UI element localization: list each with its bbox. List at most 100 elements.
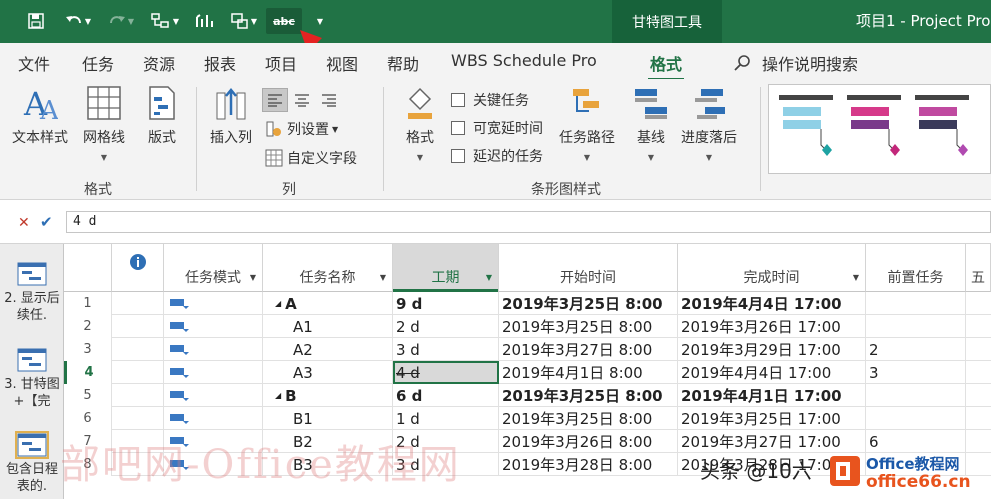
- redo-icon[interactable]: ▼: [104, 8, 138, 34]
- column-header-task-name[interactable]: 任务名称 ▼: [263, 244, 393, 292]
- gantt-styles-gallery[interactable]: [768, 84, 991, 174]
- view-item-timeline[interactable]: 包含日程表的.: [0, 431, 64, 495]
- finish-cell[interactable]: 2019年4月1日 17:00: [678, 384, 866, 407]
- task-mode-cell[interactable]: [164, 361, 263, 384]
- tab-wbs-schedule-pro[interactable]: WBS Schedule Pro: [451, 51, 597, 70]
- extra-cell[interactable]: [966, 361, 991, 384]
- row-number[interactable]: 1: [64, 292, 112, 315]
- table-row[interactable]: 4 A3 4 d 2019年4月1日 8:00 2019年4月4日 17:00 3: [64, 361, 991, 384]
- slack-checkbox[interactable]: 可宽延时间: [451, 118, 543, 138]
- predecessors-cell[interactable]: 3: [866, 361, 966, 384]
- start-cell[interactable]: 2019年4月1日 8:00: [499, 361, 678, 384]
- align-left-button[interactable]: [262, 88, 288, 112]
- indicator-cell[interactable]: [112, 361, 164, 384]
- entry-field[interactable]: 4 d: [66, 211, 991, 233]
- start-cell[interactable]: 2019年3月25日 8:00: [499, 315, 678, 338]
- row-number[interactable]: 5: [64, 384, 112, 407]
- task-name-cell[interactable]: A1: [263, 315, 393, 338]
- task-name-cell[interactable]: ◢ A: [263, 292, 393, 315]
- indicator-cell[interactable]: [112, 292, 164, 315]
- late-tasks-checkbox[interactable]: 延迟的任务: [451, 146, 543, 166]
- collapse-icon[interactable]: ◢: [275, 391, 281, 400]
- text-styles-button[interactable]: AA 文本样式: [12, 85, 68, 147]
- task-path-button[interactable]: 任务路径 ▼: [559, 85, 615, 162]
- tab-report[interactable]: 报表: [204, 51, 236, 75]
- duration-cell[interactable]: 6 d: [393, 384, 499, 407]
- insert-task-icon[interactable]: ▼: [226, 8, 262, 34]
- tab-view[interactable]: 视图: [326, 51, 358, 75]
- duration-cell[interactable]: 3 d: [393, 338, 499, 361]
- cancel-icon[interactable]: ✕: [18, 215, 30, 231]
- row-number[interactable]: 6: [64, 407, 112, 430]
- start-cell[interactable]: 2019年3月28日 8:00: [499, 453, 678, 476]
- finish-cell[interactable]: 2019年4月4日 17:00: [678, 292, 866, 315]
- outline-icon[interactable]: ▼: [146, 8, 184, 34]
- start-cell[interactable]: 2019年3月26日 8:00: [499, 430, 678, 453]
- row-number[interactable]: 4: [64, 361, 112, 384]
- tab-format[interactable]: 格式: [647, 51, 685, 81]
- table-row[interactable]: 1 ◢ A 9 d 2019年3月25日 8:00 2019年4月4日 17:00: [64, 292, 991, 315]
- task-mode-cell[interactable]: [164, 292, 263, 315]
- align-right-button[interactable]: [316, 88, 342, 112]
- insert-column-button[interactable]: 插入列: [210, 85, 252, 147]
- column-header-indicators[interactable]: [112, 244, 164, 292]
- tab-project[interactable]: 项目: [265, 51, 297, 75]
- indicator-cell[interactable]: [112, 338, 164, 361]
- column-header-extra[interactable]: 五: [966, 244, 991, 292]
- confirm-icon[interactable]: ✔: [40, 213, 53, 231]
- tab-task[interactable]: 任务: [82, 51, 114, 75]
- task-mode-cell[interactable]: [164, 407, 263, 430]
- extra-cell[interactable]: [966, 315, 991, 338]
- critical-tasks-checkbox[interactable]: 关键任务: [451, 90, 529, 110]
- layout-button[interactable]: 版式: [144, 85, 180, 147]
- row-number[interactable]: 3: [64, 338, 112, 361]
- tab-help[interactable]: 帮助: [387, 51, 419, 75]
- extra-cell[interactable]: [966, 430, 991, 453]
- start-cell[interactable]: 2019年3月25日 8:00: [499, 407, 678, 430]
- view-item-3[interactable]: 3. 甘特图+【完: [0, 348, 64, 410]
- finish-cell[interactable]: 2019年3月29日 17:00: [678, 338, 866, 361]
- column-header-duration[interactable]: 工期 ▼: [393, 244, 499, 292]
- collapse-icon[interactable]: ◢: [275, 299, 281, 308]
- undo-icon[interactable]: ▼: [60, 8, 96, 34]
- column-header-predecessors[interactable]: 前置任务: [866, 244, 966, 292]
- row-number[interactable]: 2: [64, 315, 112, 338]
- table-row[interactable]: 2 A1 2 d 2019年3月25日 8:00 2019年3月26日 17:00: [64, 315, 991, 338]
- indicator-cell[interactable]: [112, 407, 164, 430]
- baseline-button[interactable]: 基线 ▼: [633, 85, 669, 162]
- tab-file[interactable]: 文件: [18, 51, 50, 75]
- save-icon[interactable]: [22, 8, 50, 34]
- custom-fields-button[interactable]: 自定义字段: [265, 148, 357, 168]
- column-header-task-mode[interactable]: 任务模式 ▼: [164, 244, 263, 292]
- task-name-cell[interactable]: A3: [263, 361, 393, 384]
- slippage-button[interactable]: 进度落后 ▼: [681, 85, 737, 162]
- view-item-2[interactable]: 2. 显示后续任.: [0, 262, 64, 324]
- task-name-cell[interactable]: ◢ B: [263, 384, 393, 407]
- select-all-corner[interactable]: [64, 244, 112, 292]
- duration-cell[interactable]: 4 d: [393, 361, 499, 384]
- tab-resource[interactable]: 资源: [143, 51, 175, 75]
- task-mode-cell[interactable]: [164, 315, 263, 338]
- table-row[interactable]: 5 ◢ B 6 d 2019年3月25日 8:00 2019年4月1日 17:00: [64, 384, 991, 407]
- column-header-start[interactable]: 开始时间: [499, 244, 678, 292]
- gridlines-button[interactable]: 网格线 ▼: [83, 85, 125, 162]
- indicator-cell[interactable]: [112, 315, 164, 338]
- finish-cell[interactable]: 2019年3月26日 17:00: [678, 315, 866, 338]
- tell-me-search[interactable]: 操作说明搜索: [734, 51, 858, 75]
- task-mode-cell[interactable]: [164, 338, 263, 361]
- predecessors-cell[interactable]: [866, 407, 966, 430]
- finish-cell[interactable]: 2019年4月4日 17:00: [678, 361, 866, 384]
- predecessors-cell[interactable]: [866, 292, 966, 315]
- start-cell[interactable]: 2019年3月25日 8:00: [499, 384, 678, 407]
- predecessors-cell[interactable]: 6: [866, 430, 966, 453]
- extra-cell[interactable]: [966, 384, 991, 407]
- extra-cell[interactable]: [966, 407, 991, 430]
- task-name-cell[interactable]: A2: [263, 338, 393, 361]
- duration-cell[interactable]: 2 d: [393, 315, 499, 338]
- align-center-button[interactable]: [289, 88, 315, 112]
- column-settings-button[interactable]: 列设置 ▼: [265, 119, 338, 139]
- predecessors-cell[interactable]: 2: [866, 338, 966, 361]
- start-cell[interactable]: 2019年3月25日 8:00: [499, 292, 678, 315]
- task-mode-cell[interactable]: [164, 384, 263, 407]
- start-cell[interactable]: 2019年3月27日 8:00: [499, 338, 678, 361]
